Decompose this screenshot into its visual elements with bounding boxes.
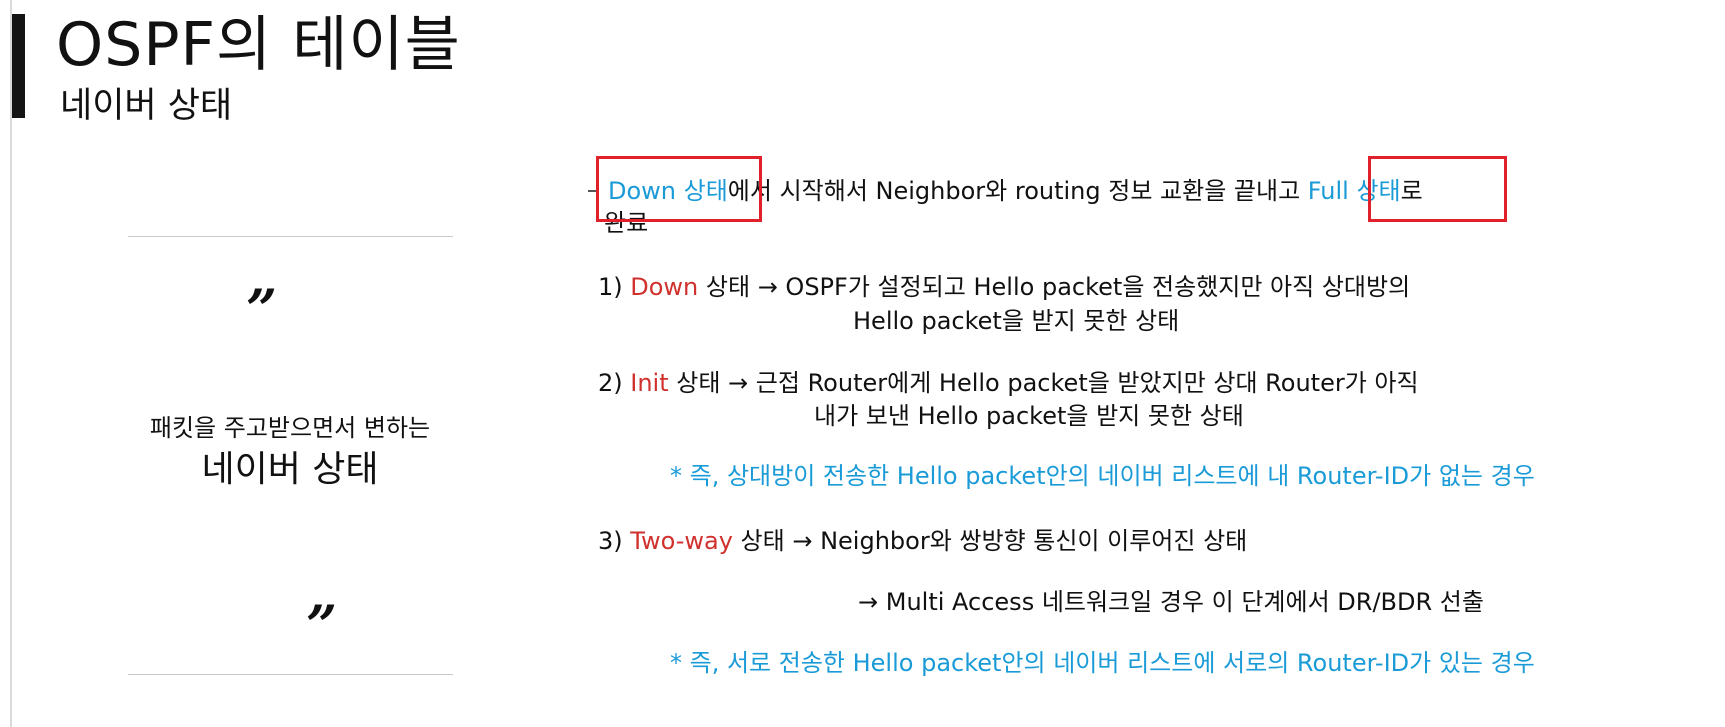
bullet-dash (588, 190, 596, 192)
title-accent-bar (12, 14, 25, 118)
step2-number: 2) (598, 369, 631, 397)
step3-note: * 즉, 서로 전송한 Hello packet안의 네이버 리스트에 서로의 … (670, 649, 1535, 677)
step2-note: * 즉, 상대방이 전송한 Hello packet안의 네이버 리스트에 내 … (670, 462, 1535, 490)
slide-title: OSPF의 테이블 (56, 10, 461, 80)
step1-line: 1) Down 상태 → OSPF가 설정되고 Hello packet을 전송… (598, 272, 1410, 302)
top-divider (128, 236, 453, 237)
step2-desc: 상태 → 근접 Router에게 Hello packet을 받았지만 상대 R… (668, 369, 1419, 397)
step1-desc: 상태 → OSPF가 설정되고 Hello packet을 전송했지만 아직 상… (698, 273, 1411, 301)
step3-number: 3) (598, 527, 631, 555)
step3-desc: 상태 → Neighbor와 쌍방향 통신이 이루어진 상태 (732, 527, 1248, 555)
step3-line-2: → Multi Access 네트워크일 경우 이 단계에서 DR/BDR 선출 (858, 588, 1484, 616)
close-quote-mark: ” (306, 593, 338, 657)
step2-line: 2) Init 상태 → 근접 Router에게 Hello packet을 받… (598, 368, 1419, 398)
slide: OSPF의 테이블 네이버 상태 ” 패킷을 주고받으면서 변하는 네이버 상태… (0, 0, 1725, 727)
step3-line: 3) Two-way 상태 → Neighbor와 쌍방향 통신이 이루어진 상… (598, 526, 1247, 556)
slide-subtitle: 네이버 상태 (60, 86, 233, 126)
bottom-divider (128, 674, 453, 675)
step1-line-2: Hello packet을 받지 못한 상태 (853, 307, 1180, 335)
down-state-highlight-box (596, 156, 762, 222)
caption-line-2: 네이버 상태 (201, 449, 379, 490)
open-quote-mark: ” (246, 277, 278, 341)
step3-state: Two-way (630, 527, 733, 555)
full-state-highlight-box (1368, 156, 1507, 222)
step1-state: Down (630, 273, 699, 301)
intro-middle-text: 에서 시작해서 Neighbor와 routing 정보 교환을 끝내고 (727, 177, 1308, 205)
step1-number: 1) (598, 273, 631, 301)
caption-line-1: 패킷을 주고받으면서 변하는 (149, 414, 431, 442)
step2-line-2: 내가 보낸 Hello packet을 받지 못한 상태 (814, 402, 1244, 430)
step2-state: Init (630, 369, 669, 397)
